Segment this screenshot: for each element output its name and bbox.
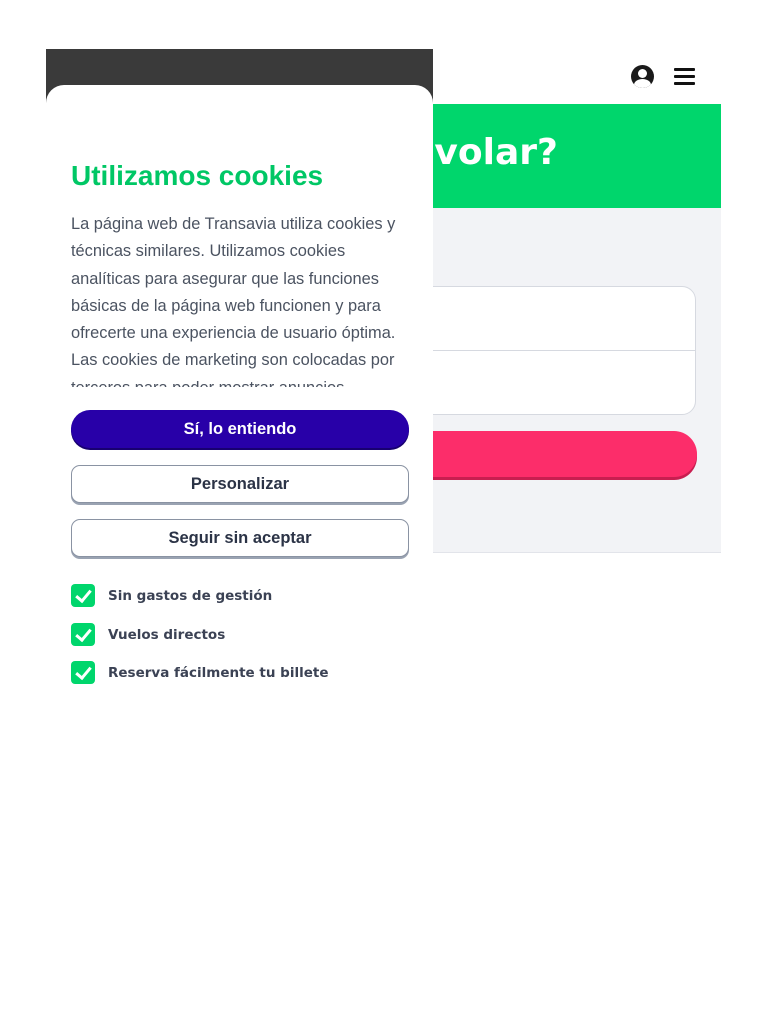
cookie-consent-panel: Utilizamos cookies La página web de Tran…: [46, 85, 433, 725]
accept-cookies-button[interactable]: Sí, lo entiendo: [71, 410, 409, 448]
hamburger-menu-icon[interactable]: [674, 68, 695, 85]
cookie-text-scroll[interactable]: La página web de Transavia utiliza cooki…: [71, 211, 416, 387]
feature-item: Vuelos directos: [71, 623, 328, 646]
feature-list: Sin gastos de gestión Vuelos directos Re…: [71, 584, 328, 700]
feature-label: Sin gastos de gestión: [108, 587, 273, 604]
cookie-description: La página web de Transavia utiliza cooki…: [71, 215, 396, 387]
check-icon: [71, 584, 95, 607]
check-icon: [71, 623, 95, 646]
feature-label: Reserva fácilmente tu billete: [108, 664, 329, 681]
feature-item: Reserva fácilmente tu billete: [71, 661, 328, 684]
check-icon: [71, 661, 95, 684]
personalize-cookies-button[interactable]: Personalizar: [71, 465, 409, 503]
feature-label: Vuelos directos: [108, 626, 226, 643]
continue-without-accepting-button[interactable]: Seguir sin aceptar: [71, 519, 409, 557]
cookie-title: Utilizamos cookies: [71, 160, 324, 191]
feature-item: Sin gastos de gestión: [71, 584, 328, 607]
user-account-icon[interactable]: [631, 65, 654, 88]
